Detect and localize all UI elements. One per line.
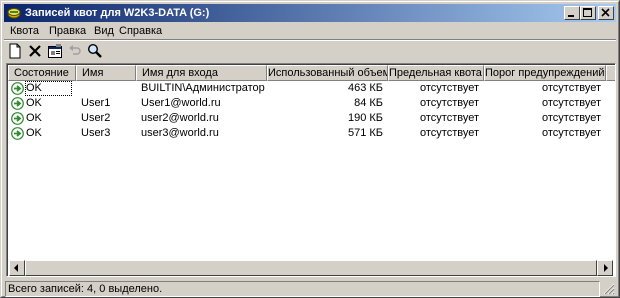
- resize-grip-icon[interactable]: [603, 283, 615, 295]
- arrow-right-icon: [604, 264, 608, 272]
- cell-warning: отсутствует: [541, 112, 601, 124]
- window-title: Записей квот для W2K3-DATA (G:): [25, 7, 210, 19]
- cell-status: OK: [26, 97, 42, 109]
- maximize-icon: [583, 8, 592, 17]
- menu-quota[interactable]: Квота: [7, 24, 42, 38]
- column-used[interactable]: Использованный объем: [267, 65, 388, 81]
- cell-warning: отсутствует: [541, 82, 601, 94]
- undo-icon: [69, 45, 81, 55]
- cell-login: user3@world.ru: [141, 127, 219, 139]
- delete-x-icon: [29, 45, 41, 57]
- status-text: Всего записей: 4, 0 выделено.: [5, 281, 600, 297]
- quota-list-frame: Состояние Имя Имя для входа Использованн…: [7, 64, 615, 276]
- properties-button[interactable]: [46, 42, 64, 60]
- quota-icon: [7, 8, 21, 19]
- menu-view[interactable]: Вид: [91, 24, 117, 38]
- properties-icon: [48, 44, 62, 58]
- close-button[interactable]: [598, 6, 614, 20]
- ok-arrow-icon: [11, 97, 24, 110]
- list-header: Состояние Имя Имя для входа Использованн…: [8, 65, 615, 81]
- cell-warning: отсутствует: [541, 127, 601, 139]
- cell-login: User1@world.ru: [141, 97, 221, 109]
- cell-limit: отсутствует: [419, 127, 479, 139]
- menu-help[interactable]: Справка: [116, 24, 165, 38]
- ok-arrow-icon: [11, 127, 24, 140]
- cell-status: OK: [25, 81, 72, 96]
- table-row[interactable]: OK BUILTIN\Администраторы 463 КБ отсутст…: [8, 81, 612, 96]
- new-entry-button[interactable]: [6, 42, 24, 60]
- cell-used: 463 КБ: [347, 82, 383, 94]
- cell-name: User3: [81, 127, 111, 139]
- maximize-button[interactable]: [580, 6, 596, 20]
- undo-button[interactable]: [66, 42, 84, 60]
- cell-login: user2@world.ru: [141, 112, 219, 124]
- menu-edit[interactable]: Правка: [46, 24, 89, 38]
- new-document-icon: [9, 43, 21, 59]
- column-warning[interactable]: Порог предупреждений: [484, 65, 606, 81]
- ok-arrow-icon: [11, 82, 24, 95]
- arrow-left-icon: [14, 264, 18, 272]
- scrollbar-thumb[interactable]: [25, 260, 597, 276]
- horizontal-scrollbar[interactable]: [9, 260, 613, 276]
- column-login-label: Имя для входа: [142, 67, 218, 79]
- quota-list[interactable]: Состояние Имя Имя для входа Использованн…: [6, 63, 616, 277]
- table-row[interactable]: OK User1 User1@world.ru 84 КБ отсутствуе…: [8, 96, 612, 111]
- column-name-label: Имя: [82, 67, 104, 79]
- close-icon: [601, 8, 610, 17]
- cell-name: User1: [81, 97, 111, 109]
- menu-edit-label: Правка: [49, 25, 87, 37]
- cell-limit: отсутствует: [419, 112, 479, 124]
- menu-help-label: Справка: [119, 25, 163, 37]
- minimize-icon: [568, 15, 574, 17]
- cell-limit: отсутствует: [419, 97, 479, 109]
- menu-quota-label: Квота: [10, 25, 40, 37]
- column-limit-label: Предельная квота: [389, 67, 482, 79]
- cell-used: 190 КБ: [347, 112, 383, 124]
- column-status-label: Состояние: [14, 67, 69, 79]
- menu-bar: Квота Правка Вид Справка: [4, 23, 616, 39]
- column-filler: [606, 65, 615, 81]
- scroll-left-button[interactable]: [9, 260, 25, 276]
- table-row[interactable]: OK User2 user2@world.ru 190 КБ отсутству…: [8, 111, 612, 126]
- scroll-right-button[interactable]: [597, 260, 613, 276]
- status-bar: Всего записей: 4, 0 выделено.: [4, 281, 616, 297]
- column-login[interactable]: Имя для входа: [136, 65, 267, 81]
- cell-status: OK: [26, 127, 42, 139]
- menu-view-label: Вид: [94, 25, 114, 37]
- cell-limit: отсутствует: [419, 82, 479, 94]
- cell-status: OK: [26, 112, 42, 124]
- table-row[interactable]: OK User3 user3@world.ru 571 КБ отсутству…: [8, 126, 612, 141]
- cell-used: 571 КБ: [347, 127, 383, 139]
- minimize-button[interactable]: [564, 6, 580, 20]
- quota-entries-window: Записей квот для W2K3-DATA (G:) Квота Пр…: [0, 0, 620, 298]
- magnifier-icon: [87, 43, 102, 58]
- title-bar[interactable]: Записей квот для W2K3-DATA (G:): [4, 4, 616, 22]
- column-name[interactable]: Имя: [76, 65, 136, 81]
- window-frame: Записей квот для W2K3-DATA (G:) Квота Пр…: [1, 1, 619, 297]
- cell-warning: отсутствует: [541, 97, 601, 109]
- ok-arrow-icon: [11, 112, 24, 125]
- cell-name: User2: [81, 112, 111, 124]
- column-used-label: Использованный объем: [268, 67, 388, 79]
- delete-button[interactable]: [26, 42, 44, 60]
- cell-login: BUILTIN\Администраторы: [141, 82, 265, 94]
- column-status[interactable]: Состояние: [8, 65, 76, 81]
- find-button[interactable]: [86, 42, 104, 60]
- column-warning-label: Порог предупреждений: [485, 67, 605, 79]
- cell-used: 84 КБ: [354, 97, 383, 109]
- column-limit[interactable]: Предельная квота: [388, 65, 484, 81]
- toolbar: [4, 41, 616, 61]
